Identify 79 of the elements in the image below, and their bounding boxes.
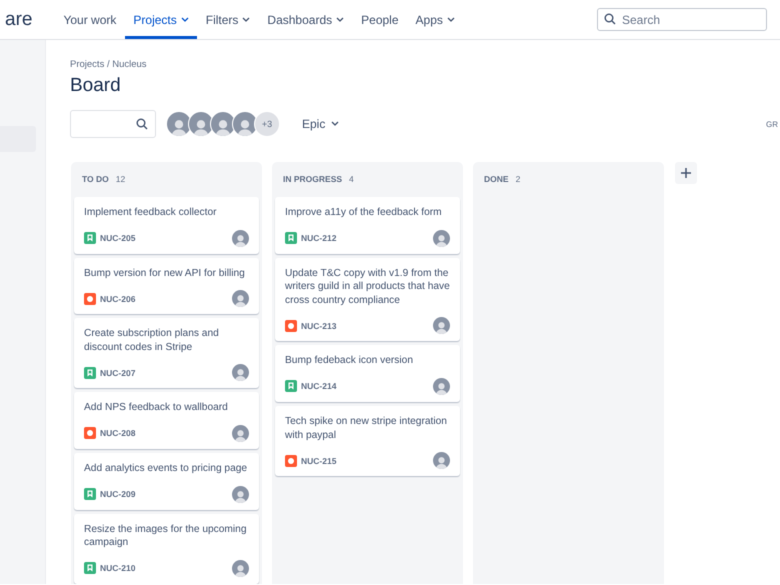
issue-key: NUC-213 <box>301 320 336 331</box>
card-title: Update T&C copy with v1.9 from the writers guild in all products that have cross country compliance <box>285 266 450 308</box>
nav-item[interactable]: People <box>353 0 407 39</box>
card-title: Create subscription plans and discount codes in Stripe <box>84 327 220 354</box>
issue-key: NUC-208 <box>100 428 136 438</box>
column-title: DONE <box>484 174 509 184</box>
nav-item[interactable]: Filters <box>198 0 258 39</box>
epic-dropdown[interactable]: Epic <box>298 113 344 135</box>
bookmark-icon <box>84 232 96 244</box>
avatar <box>232 424 249 442</box>
card-title: Bump fedeback icon version <box>285 354 414 368</box>
issue-card[interactable]: Tech spike on new stripe integration with paypal NUC-215 <box>275 406 460 476</box>
search-field[interactable] <box>70 110 156 138</box>
avatar <box>433 230 450 247</box>
avatar <box>433 317 450 334</box>
breadcrumb[interactable]: Projects / Nucleus <box>70 59 780 70</box>
column-count: 12 <box>116 174 126 184</box>
issue-card[interactable]: Improve a11y of the feedback form NUC-212 <box>275 197 460 254</box>
search-icon <box>136 118 148 130</box>
bookmark-icon <box>285 380 297 392</box>
bookmark-icon <box>84 562 96 574</box>
column-title: IN PROGRESS <box>283 174 342 184</box>
search-icon <box>604 13 616 25</box>
nav-item[interactable]: Your work <box>55 0 124 39</box>
search-field[interactable]: Search <box>597 8 767 31</box>
issue-card[interactable]: Create subscription plans and discount codes in Stripe NUC-207 <box>74 318 259 388</box>
card-title: Add NPS feedback to wallboard <box>84 401 229 415</box>
avatar <box>232 290 249 308</box>
issue-card[interactable]: Resize the images for the upcoming campaign NUC-210 <box>74 514 259 584</box>
bookmark-icon <box>285 232 297 244</box>
issue-card[interactable]: Add NPS feedback to wallboard NUC-208 <box>74 392 259 449</box>
add-column-button[interactable] <box>675 162 697 184</box>
card-title: Bump version for new API for billing <box>84 266 246 280</box>
page-title: Board <box>70 75 122 97</box>
issue-key: NUC-207 <box>100 368 136 378</box>
avatar[interactable] <box>210 111 236 137</box>
issue-card[interactable]: Add analytics events to pricing page NUC-209 <box>74 452 259 510</box>
column-count: 4 <box>349 174 354 184</box>
issue-card[interactable]: Bump version for new API for billing NUC-206 <box>74 258 259 314</box>
avatar <box>232 486 249 503</box>
avatar <box>232 230 249 247</box>
avatar <box>433 378 450 395</box>
plus-icon <box>681 168 691 178</box>
issue-card[interactable]: Bump fedeback icon version NUC-214 <box>275 345 460 402</box>
avatar[interactable] <box>166 111 192 137</box>
issue-card[interactable]: Implement feedback collector NUC-205 <box>74 197 259 254</box>
issue-key: NUC-214 <box>301 381 336 392</box>
bookmark-icon <box>84 488 96 500</box>
card-title: Improve a11y of the feedback form <box>285 206 443 220</box>
logo-text[interactable]: are <box>5 0 32 39</box>
avatar <box>433 452 450 470</box>
issue-key: NUC-206 <box>100 294 136 304</box>
issue-card[interactable]: Update T&C copy with v1.9 from the writers guild in all products that have cross country compliance NUC-213 <box>275 258 460 342</box>
issue-key: NUC-215 <box>301 456 336 466</box>
avatar[interactable] <box>232 111 258 137</box>
nav-item[interactable]: Dashboards <box>259 0 352 39</box>
card-title: Add analytics events to pricing page <box>84 462 248 476</box>
card-title: Tech spike on new stripe integration with paypal <box>285 414 448 442</box>
group-label: GR <box>766 120 778 128</box>
nav-item[interactable]: Apps <box>408 0 463 39</box>
avatar <box>232 364 249 382</box>
avatar <box>232 560 249 577</box>
card-title: Resize the images for the upcoming campaign <box>84 522 248 550</box>
bug-icon <box>84 292 96 305</box>
bookmark-icon <box>84 366 96 379</box>
bug-icon <box>285 454 297 467</box>
issue-key: NUC-205 <box>100 233 136 244</box>
chevron-down-icon <box>331 121 340 127</box>
issue-key: NUC-210 <box>100 563 136 574</box>
nav-item[interactable]: Projects <box>125 0 197 39</box>
issue-key: NUC-212 <box>301 233 336 244</box>
card-title: Implement feedback collector <box>84 206 218 220</box>
bug-icon <box>285 320 297 332</box>
more-people-badge[interactable]: +3 <box>254 111 280 137</box>
bug-icon <box>84 427 96 440</box>
avatar[interactable] <box>188 111 214 137</box>
issue-key: NUC-209 <box>100 489 136 500</box>
column-title: TO DO <box>82 174 109 184</box>
column-count: 2 <box>516 174 520 184</box>
